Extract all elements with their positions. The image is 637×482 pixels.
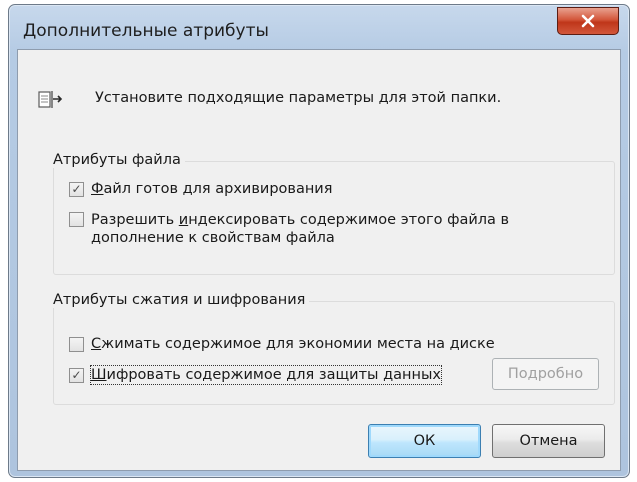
index-checkbox[interactable] <box>69 212 84 227</box>
details-button[interactable]: Подро б но <box>492 358 599 390</box>
file-attributes-group: Атрибуты файла ✓ Файл готов для архивиро… <box>53 152 615 275</box>
header-instruction: Установите подходящие параметры для этой… <box>95 90 502 106</box>
encrypt-checkbox[interactable]: ✓ <box>69 368 84 383</box>
title-bar[interactable]: Дополнительные атрибуты <box>9 5 629 49</box>
cancel-button[interactable]: Отмена <box>492 424 605 458</box>
window-title: Дополнительные атрибуты <box>23 21 269 41</box>
close-button[interactable] <box>557 7 619 35</box>
compression-attributes-title: Атрибуты сжатия и шифрования <box>53 292 310 308</box>
index-label-line2[interactable]: дополнение к свойствам файла <box>91 229 335 247</box>
archive-checkbox[interactable]: ✓ <box>69 182 84 197</box>
compress-checkbox[interactable] <box>69 337 84 352</box>
dialog-content: Установите подходящие параметры для этой… <box>17 49 621 471</box>
close-icon <box>581 14 595 28</box>
compression-attributes-group: Атрибуты сжатия и шифрования Сжимать сод… <box>53 292 615 405</box>
folder-properties-icon <box>38 91 63 108</box>
file-attributes-title: Атрибуты файла <box>53 152 185 168</box>
compress-label[interactable]: Сжимать содержимое для экономии места на… <box>91 335 495 353</box>
archive-label[interactable]: Файл готов для архивирования <box>91 180 332 198</box>
dialog-window: Дополнительные атрибуты Установите подхо… <box>8 4 630 478</box>
index-label-line1[interactable]: Разрешить индексировать содержимое этого… <box>91 211 509 229</box>
ok-button[interactable]: ОК <box>368 424 481 458</box>
encrypt-label[interactable]: Шифровать содержимое для защиты данных <box>90 365 442 385</box>
